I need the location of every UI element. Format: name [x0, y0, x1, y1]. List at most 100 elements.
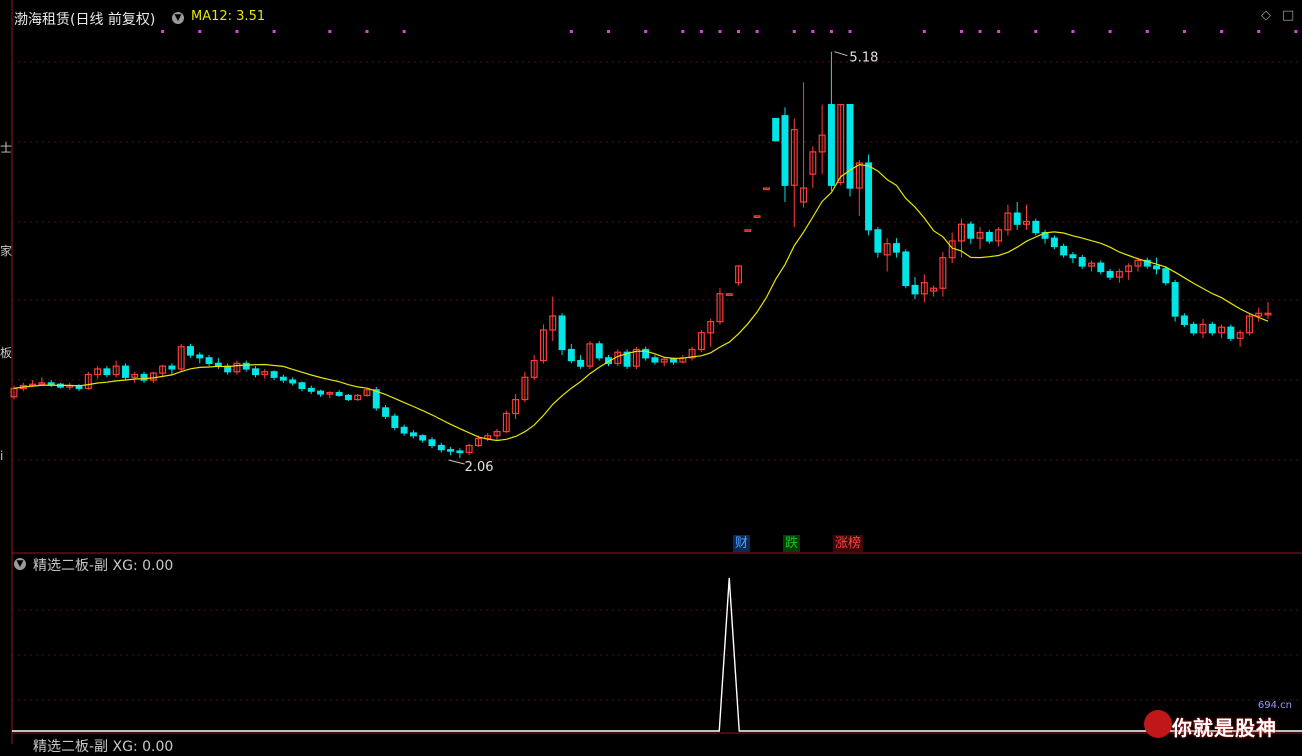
candle-70 [660, 357, 668, 367]
candle-3 [38, 377, 46, 386]
candle-63 [595, 341, 603, 361]
candle-body-105 [985, 231, 993, 242]
candle-body-28 [270, 371, 278, 378]
candle-body-80 [753, 215, 761, 218]
candle-body-82 [772, 117, 780, 142]
candle-body-117 [1097, 262, 1105, 273]
indicator-label[interactable]: 精选二板-副 XG: 0.00 [33, 555, 173, 575]
candle-body-42 [400, 426, 408, 434]
candle-body-21 [205, 357, 213, 364]
candle-body-46 [437, 444, 445, 451]
candle-body-88 [827, 103, 835, 186]
candle-94 [883, 238, 891, 272]
candle-9 [94, 366, 102, 379]
watermark: 你就是股神 694.cn [1144, 700, 1294, 742]
candle-13 [131, 371, 139, 383]
candle-119 [1115, 268, 1123, 283]
candle-body-35 [335, 391, 343, 396]
event-tag-fall[interactable]: 跌 [783, 535, 801, 552]
candle-62 [586, 341, 594, 369]
indicator-chevron-icon[interactable]: ▼ [14, 558, 26, 570]
candle-41 [391, 413, 399, 431]
candle-111 [1041, 229, 1049, 244]
candle-43 [409, 430, 417, 439]
candle-body-129 [1208, 323, 1216, 334]
candle-128 [1199, 318, 1207, 339]
stock-title[interactable]: 渤海租赁(日线 前复权) [14, 9, 155, 29]
candle-126 [1180, 313, 1188, 328]
candle-78 [735, 265, 743, 286]
candle-33 [317, 389, 325, 397]
candle-body-118 [1106, 270, 1114, 278]
side-label-1: 家 [0, 244, 13, 258]
ma-value-label: MA12: 3.51 [191, 9, 266, 24]
watermark-text: 你就是股神 [1172, 716, 1277, 740]
candle-125 [1171, 279, 1179, 322]
candle-90 [846, 103, 854, 197]
candle-49 [465, 444, 473, 456]
candle-body-108 [1013, 212, 1021, 225]
candle-44 [419, 434, 427, 443]
watermark-logo-icon [1144, 710, 1172, 738]
high-arrow [834, 51, 848, 57]
signal-dot-28 [1220, 30, 1224, 33]
candle-body-79 [744, 229, 752, 232]
candle-body-31 [298, 382, 306, 390]
candle-body-17 [168, 365, 176, 370]
candle-35 [335, 389, 343, 397]
candle-98 [920, 274, 928, 303]
candle-body-126 [1180, 315, 1188, 326]
candle-95 [892, 238, 900, 258]
signal-dot-29 [1257, 30, 1261, 33]
menu-square-icon[interactable]: □ [1282, 8, 1294, 23]
signal-dot-19 [922, 30, 926, 33]
signal-dot-4 [328, 30, 332, 33]
candle-body-43 [409, 432, 417, 437]
candle-body-10 [103, 368, 111, 376]
candle-114 [1069, 252, 1077, 264]
side-label-2: 板 [0, 346, 13, 360]
candle-87 [818, 104, 826, 175]
candle-97 [911, 277, 919, 300]
candle-body-47 [447, 449, 455, 452]
candle-72 [679, 355, 687, 364]
signal-dot-11 [699, 30, 703, 33]
signal-dot-0 [161, 30, 165, 33]
candle-body-59 [558, 315, 566, 351]
candle-113 [1060, 243, 1068, 258]
candle-body-45 [428, 439, 436, 447]
event-tag-finance[interactable]: 财 [733, 535, 751, 552]
candle-56 [530, 355, 538, 381]
candle-48 [456, 448, 464, 458]
candle-body-83 [781, 115, 789, 186]
candle-99 [930, 285, 938, 297]
signal-dot-15 [792, 30, 796, 33]
candle-55 [521, 371, 529, 403]
signal-dot-12 [718, 30, 722, 33]
candle-body-63 [595, 343, 603, 359]
signal-dot-21 [978, 30, 982, 33]
candle-body-95 [892, 243, 900, 253]
candle-body-103 [967, 223, 975, 239]
low-label: 2.06 [465, 460, 494, 475]
diamond-icon[interactable]: ◇ [1261, 8, 1271, 23]
candle-body-29 [279, 376, 287, 381]
candle-84 [790, 118, 798, 228]
candle-131 [1227, 324, 1235, 342]
candle-36 [344, 393, 352, 401]
candle-6 [66, 382, 74, 390]
candle-59 [558, 313, 566, 356]
candle-body-26 [252, 368, 259, 376]
signal-dot-6 [402, 30, 406, 33]
candles[interactable] [10, 51, 1272, 458]
candle-body-110 [1032, 220, 1040, 234]
candle-body-4 [47, 382, 55, 385]
candle-body-36 [344, 394, 352, 401]
signal-dot-7 [569, 30, 573, 33]
candle-20 [196, 352, 204, 364]
candle-67 [632, 346, 640, 369]
candle-105 [985, 229, 993, 244]
candle-34 [326, 391, 334, 399]
chevron-down-icon[interactable]: ▼ [172, 12, 184, 24]
event-tag-rank[interactable]: 涨榜 [833, 535, 864, 552]
